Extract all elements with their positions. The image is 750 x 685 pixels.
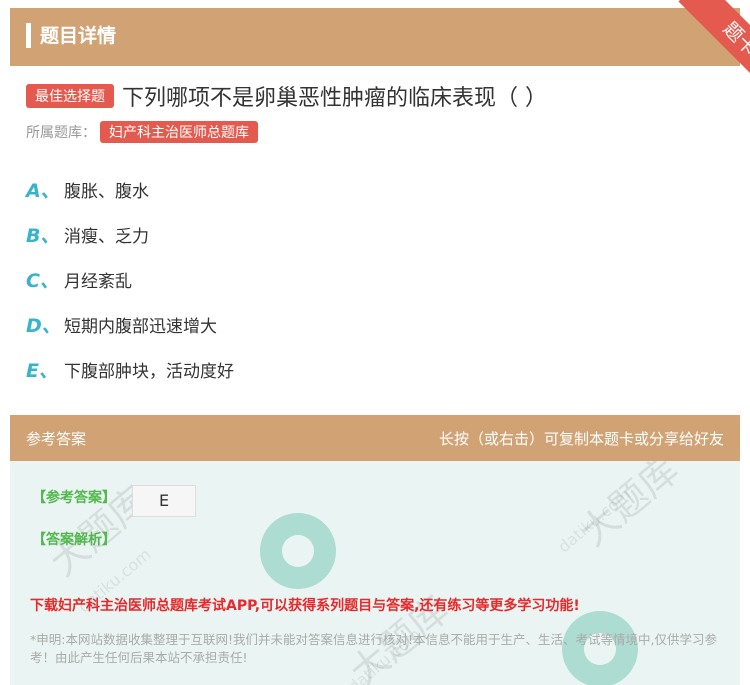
card-ribbon: 题卡 xyxy=(656,0,750,96)
app-promo-link[interactable]: 下载妇产科主治医师总题库考试APP,可以获得系列题目与答案,还有练习等更多学习功… xyxy=(30,595,580,615)
option-letter: A、 xyxy=(26,180,60,202)
answer-body: 大题库 大题库 大题库 datiku.com datiku.com datiku… xyxy=(10,461,740,685)
watermark-text: 大题库 xyxy=(571,461,688,555)
option-letter: C、 xyxy=(26,270,59,292)
answer-title: 参考答案 xyxy=(26,430,87,448)
question-text: 下列哪项不是卵巢恶性肿瘤的临床表现（ ） xyxy=(122,86,547,111)
answer-header: 参考答案 长按（或右击）可复制本题卡或分享给好友 xyxy=(10,415,740,461)
option-a[interactable]: A、 腹胀、腹水 xyxy=(26,176,149,203)
watermark-logo-icon xyxy=(260,513,336,589)
header-title: 题目详情 xyxy=(40,25,117,47)
question-type-badge: 最佳选择题 xyxy=(26,84,114,108)
option-e[interactable]: E、 下腹部肿块，活动度好 xyxy=(26,356,234,383)
option-letter: B、 xyxy=(26,225,60,247)
title-header: 题目详情 xyxy=(10,8,740,66)
disclaimer-text: *申明:本网站数据收集整理于互联网!我们并未能对答案信息进行核对!本信息不能用于… xyxy=(30,632,717,665)
option-text: 消瘦、乏力 xyxy=(64,227,149,247)
option-text: 短期内腹部迅速增大 xyxy=(64,317,217,337)
option-text: 下腹部肿块，活动度好 xyxy=(64,362,234,382)
category-label: 所属题库： xyxy=(26,125,96,141)
option-letter: E、 xyxy=(26,360,58,382)
option-letter: D、 xyxy=(26,315,61,337)
reference-answer-label: 【参考答案】 xyxy=(32,490,116,506)
share-tip: 长按（或右击）可复制本题卡或分享给好友 xyxy=(438,430,724,448)
option-c[interactable]: C、 月经紊乱 xyxy=(26,266,132,293)
option-text: 腹胀、腹水 xyxy=(64,182,149,202)
option-text: 月经紊乱 xyxy=(64,272,132,292)
category-row: 所属题库： 妇产科主治医师总题库 xyxy=(26,121,258,143)
option-b[interactable]: B、 消瘦、乏力 xyxy=(26,221,149,248)
header-accent-bar xyxy=(26,23,31,48)
explanation-label: 【答案解析】 xyxy=(32,532,116,548)
question-row: 最佳选择题 下列哪项不是卵巢恶性肿瘤的临床表现（ ） xyxy=(26,80,547,112)
ribbon-label: 题卡 xyxy=(678,0,750,96)
category-tag[interactable]: 妇产科主治医师总题库 xyxy=(100,121,258,143)
reference-answer-value: E xyxy=(132,485,196,517)
option-d[interactable]: D、 短期内腹部迅速增大 xyxy=(26,311,217,338)
